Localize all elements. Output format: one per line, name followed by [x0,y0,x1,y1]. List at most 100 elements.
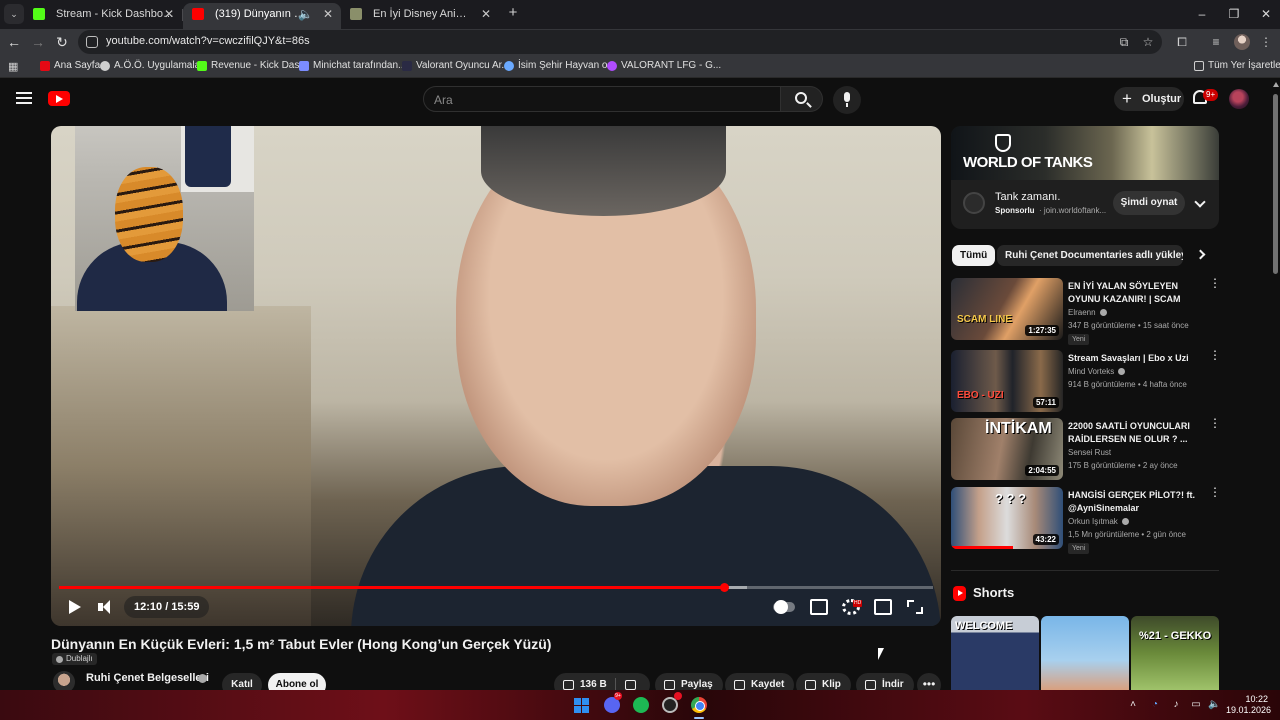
chrome-icon[interactable] [691,697,707,713]
scrollbar-thumb[interactable] [1273,94,1278,274]
chip-from-uploader[interactable]: Ruhi Çenet Documentaries adlı yükleyicid… [997,245,1183,266]
profile-avatar[interactable] [1234,34,1250,50]
address-bar[interactable]: youtube.com/watch?v=cwczifilQJY&t=86s ⧉ … [78,30,1162,54]
close-window-button[interactable]: ✕ [1250,0,1280,28]
short-item[interactable]: WELCOME [951,616,1039,690]
video-player[interactable]: 12:10 / 15:59 HD [51,126,941,626]
menu-icon[interactable] [16,92,32,104]
minimize-button[interactable]: – [1186,0,1218,28]
browser-menu-icon[interactable]: ⋮ [1258,34,1274,50]
kebab-menu-icon[interactable]: ⋮ [1209,349,1221,361]
bookmark-valorant-lfg[interactable]: VALORANT LFG - G... [607,60,721,71]
scroll-up-arrow-icon[interactable] [1273,82,1279,87]
chevron-right-icon[interactable] [1195,249,1206,260]
display-icon[interactable]: ▭ [1190,699,1202,711]
tab-disney[interactable]: En İyi Disney Animasyon Filmi - ✕ [341,3,499,29]
tab-title: (319) Dünyanın En Küçük Evleri [215,8,311,20]
install-app-icon[interactable]: ⧉ [1116,34,1132,50]
bookmark-valorant-oyuncu[interactable]: Valorant Oyuncu Ar... [402,60,510,71]
video-title[interactable]: HANGİSİ GERÇEK PİLOT?! ft. @AyniSinemala… [1068,489,1201,515]
channel-name[interactable]: Orkun Işıtmak [1068,517,1129,526]
video-meta: 914 B görüntüleme • 4 hafta önce [1068,380,1187,389]
fullscreen-button[interactable] [906,599,924,615]
video-thumbnail[interactable]: EBO - UZI 57:11 [951,350,1063,412]
account-avatar[interactable] [1229,89,1249,109]
video-thumbnail[interactable]: SCAM LINE 1:27:35 [951,278,1063,340]
kebab-menu-icon[interactable]: ⋮ [1209,277,1221,289]
sponsored-ad-card[interactable]: WORLD OF TANKS Tank zamanı. Sponsorlu · … [951,126,1219,229]
progress-bar[interactable] [59,583,933,592]
bookmark-star-icon[interactable]: ☆ [1140,34,1156,50]
short-item[interactable]: %21 - GEKKO [1131,616,1219,690]
search-button[interactable] [781,86,823,112]
ad-banner-image[interactable] [951,126,1219,180]
channel-name[interactable]: Ruhi Çenet Belgeselleri [86,672,209,684]
close-tab-icon[interactable]: ✕ [481,3,491,25]
all-bookmarks-folder[interactable]: Tüm Yer İşaretleri [1194,60,1280,71]
extensions-icon[interactable]: ⧠ [1174,34,1190,50]
save-label: Kaydet [751,679,785,690]
autoplay-toggle[interactable] [773,599,795,615]
ad-headline: Tank zamanı. [995,191,1061,203]
network-app-icon[interactable]: ◔ [1149,699,1161,711]
theater-mode-button[interactable] [874,599,892,615]
tray-overflow-chevron-icon[interactable]: ˄ [1127,699,1139,711]
tab-kick-dashboard[interactable]: Stream - Kick Dashboard ✕ [24,3,182,29]
video-thumbnail[interactable]: ? ? ? 43:22 [951,487,1063,549]
forward-button[interactable]: → [28,32,48,52]
channel-name[interactable]: Sensei Rust [1068,448,1111,457]
kebab-menu-icon[interactable]: ⋮ [1209,417,1221,429]
speaker-icon[interactable]: 🔈 [298,3,313,25]
spotify-icon[interactable] [633,697,649,713]
microphone-icon[interactable]: ♪ [1170,699,1182,711]
clock-time: 10:22 [1245,694,1268,704]
back-button[interactable]: ← [4,32,24,52]
windows-start-icon[interactable] [574,698,589,713]
voice-search-button[interactable] [833,86,861,114]
restore-button[interactable]: ❐ [1218,0,1250,28]
youtube-logo-icon[interactable] [48,91,70,106]
recommended-video[interactable]: SCAM LINE 1:27:35 EN İYİ YALAN SÖYLEYEN … [951,277,1221,345]
video-thumbnail[interactable]: İNTİKAM 2:04:55 [951,418,1063,480]
close-tab-icon[interactable]: ✕ [164,3,174,25]
channel-name[interactable]: Mind Vorteks [1068,367,1126,376]
thumbs-down-icon[interactable] [625,680,636,690]
play-button[interactable] [67,595,83,619]
thumbs-up-icon[interactable] [563,680,574,690]
system-clock[interactable]: 10:22 19.01.2026 [1226,694,1271,716]
channel-name[interactable]: Elraenn [1068,308,1107,317]
favicon-icon [100,61,110,71]
ad-play-now-button[interactable]: Şimdi oynat [1113,191,1185,215]
favicon-icon [607,61,617,71]
bookmark-isim-sehir[interactable]: İsim Şehir Hayvan o... [504,60,616,71]
video-title[interactable]: Stream Savaşları | Ebo x Uzi [1068,352,1201,365]
chevron-down-icon[interactable] [1194,196,1206,208]
page-scrollbar[interactable] [1271,80,1280,690]
recommended-video[interactable]: EBO - UZI 57:11 Stream Savaşları | Ebo x… [951,349,1221,414]
recommended-video[interactable]: İNTİKAM 2:04:55 22000 SAATLİ OYUNCULARI … [951,417,1221,482]
bookmark-aoo[interactable]: A.Ö.Ö. Uygulamaları [100,60,206,71]
new-tab-button[interactable]: + [504,4,522,22]
site-info-icon[interactable] [86,36,98,48]
search-input[interactable]: Ara [423,86,781,112]
bookmark-kick-revenue[interactable]: Revenue - Kick Das... [197,60,308,71]
volume-icon[interactable]: 🔈 [1208,699,1220,711]
video-title[interactable]: 22000 SAATLİ OYUNCULARI RAİDLERSEN NE OL… [1068,420,1201,446]
kebab-menu-icon[interactable]: ⋮ [1209,486,1221,498]
video-title[interactable]: EN İYİ YALAN SÖYLEYEN OYUNU KAZANIR! | S… [1068,280,1201,306]
media-control-icon[interactable]: ≡ [1208,34,1224,50]
tab-youtube-video[interactable]: (319) Dünyanın En Küçük Evleri 🔈 ✕ [183,3,341,29]
reload-button[interactable]: ↻ [52,32,72,52]
recommended-video[interactable]: ? ? ? 43:22 HANGİSİ GERÇEK PİLOT?! ft. @… [951,486,1221,554]
subtitles-button[interactable] [810,599,828,615]
advertiser-icon[interactable] [963,192,985,214]
apps-grid-icon[interactable]: ▦ [8,61,20,73]
chip-all[interactable]: Tümü [952,245,996,266]
tab-search-button[interactable]: ⌄ [4,4,24,24]
close-tab-icon[interactable]: ✕ [323,3,333,25]
volume-button[interactable] [97,595,113,619]
create-button[interactable]: + Oluştur [1114,87,1184,111]
bookmark-ana-sayfa[interactable]: Ana Sayfa [40,60,100,71]
bookmark-minichat[interactable]: Minichat tarafından... [299,60,406,71]
short-item[interactable] [1041,616,1129,690]
